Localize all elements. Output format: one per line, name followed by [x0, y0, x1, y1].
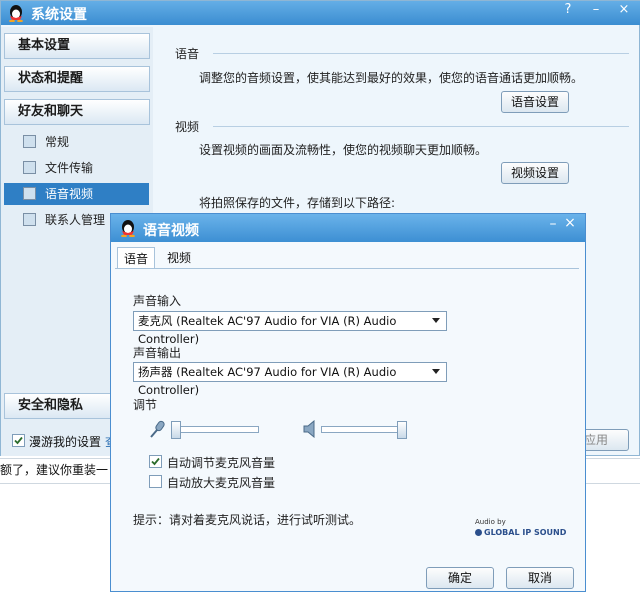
- chevron-down-icon: [432, 318, 440, 323]
- check-icon: [14, 436, 23, 445]
- speaker-icon: [303, 420, 315, 438]
- close-icon[interactable]: ×: [613, 1, 635, 19]
- video-section-description: 设置视频的画面及流畅性，使您的视频聊天更加顺畅。: [199, 143, 488, 157]
- tab-divider: [115, 268, 579, 269]
- dialog-titlebar: 语音视频 – ×: [111, 214, 585, 242]
- auto-adjust-mic-checkbox[interactable]: [149, 455, 162, 468]
- sidebar-item-label: 联系人管理: [45, 213, 106, 227]
- voice-settings-button[interactable]: 语音设置: [501, 91, 569, 113]
- microphone-volume-slider[interactable]: [171, 426, 259, 433]
- microphone-slider-thumb[interactable]: [171, 421, 181, 439]
- sidebar-item-label: 语音视频: [45, 187, 94, 201]
- sound-input-label: 声音输入: [133, 294, 182, 308]
- photo-save-path-text: 将拍照保存的文件，存储到以下路径:: [199, 196, 396, 210]
- sound-input-value: 麦克风 (Realtek AC'97 Audio for VIA (R) Aud…: [138, 314, 397, 346]
- auto-amplify-mic-checkbox[interactable]: [149, 475, 162, 488]
- sound-input-select[interactable]: 麦克风 (Realtek AC'97 Audio for VIA (R) Aud…: [133, 311, 447, 346]
- roam-settings-checkbox[interactable]: [12, 434, 25, 447]
- settings-titlebar: 系统设置 ? – ×: [1, 1, 640, 25]
- logo-mark-icon: [475, 529, 482, 536]
- roam-settings-label: 漫游我的设置: [29, 435, 102, 449]
- sidebar-item-general[interactable]: 常规: [15, 131, 149, 153]
- sidebar-item-label: 文件传输: [45, 161, 94, 175]
- file-transfer-icon: [23, 161, 36, 174]
- voice-section-description: 调整您的音频设置，使其能达到最好的效果，使您的语音通话更加顺畅。: [199, 71, 584, 85]
- qq-penguin-icon: [9, 5, 23, 22]
- test-tip-text: 提示：请对着麦克风说话，进行试听测试。: [133, 513, 362, 527]
- ok-button[interactable]: 确定: [426, 567, 494, 589]
- global-ip-sound-logo: Audio by GLOBAL IP SOUND: [475, 518, 567, 537]
- sidebar-status-reminders[interactable]: 状态和提醒: [4, 66, 150, 92]
- voice-video-icon: [23, 187, 36, 200]
- minimize-icon[interactable]: –: [585, 1, 607, 19]
- sidebar-item-label: 常规: [45, 135, 70, 149]
- sound-output-label: 声音输出: [133, 346, 182, 360]
- dialog-title: 语音视频: [143, 223, 199, 239]
- settings-title: 系统设置: [31, 7, 87, 23]
- check-icon: [151, 457, 160, 466]
- contacts-icon: [23, 213, 36, 226]
- sound-output-value: 扬声器 (Realtek AC'97 Audio for VIA (R) Aud…: [138, 365, 397, 397]
- video-section-title: 视频: [175, 120, 200, 134]
- general-icon: [23, 135, 36, 148]
- tab-video[interactable]: 视频: [161, 247, 197, 269]
- video-section-divider: [213, 126, 629, 127]
- qq-penguin-icon: [121, 220, 135, 237]
- adjust-label: 调节: [133, 398, 158, 412]
- voice-video-dialog: 语音视频 – × 语音 视频 声音输入 麦克风 (Realtek AC'97 A…: [110, 213, 586, 592]
- sidebar-basic-settings[interactable]: 基本设置: [4, 33, 150, 59]
- tab-voice[interactable]: 语音: [117, 247, 156, 269]
- sound-output-select[interactable]: 扬声器 (Realtek AC'97 Audio for VIA (R) Aud…: [133, 362, 447, 397]
- microphone-icon: [150, 420, 165, 438]
- sidebar-friends-chat[interactable]: 好友和聊天: [4, 99, 150, 125]
- voice-section-title: 语音: [175, 47, 200, 61]
- help-icon[interactable]: ?: [557, 1, 579, 19]
- speaker-slider-thumb[interactable]: [397, 421, 407, 439]
- sidebar-item-file-transfer[interactable]: 文件传输: [15, 157, 149, 179]
- chevron-down-icon: [432, 369, 440, 374]
- background-text: 额了，建议你重装一: [0, 463, 109, 477]
- dialog-close-icon[interactable]: ×: [560, 215, 580, 231]
- speaker-volume-slider[interactable]: [321, 426, 407, 433]
- cancel-button[interactable]: 取消: [506, 567, 574, 589]
- voice-section-divider: [213, 53, 629, 54]
- auto-amplify-mic-label: 自动放大麦克风音量: [167, 476, 276, 490]
- video-settings-button[interactable]: 视频设置: [501, 162, 569, 184]
- auto-adjust-mic-label: 自动调节麦克风音量: [167, 456, 276, 470]
- sidebar-item-voice-video[interactable]: 语音视频: [4, 183, 149, 205]
